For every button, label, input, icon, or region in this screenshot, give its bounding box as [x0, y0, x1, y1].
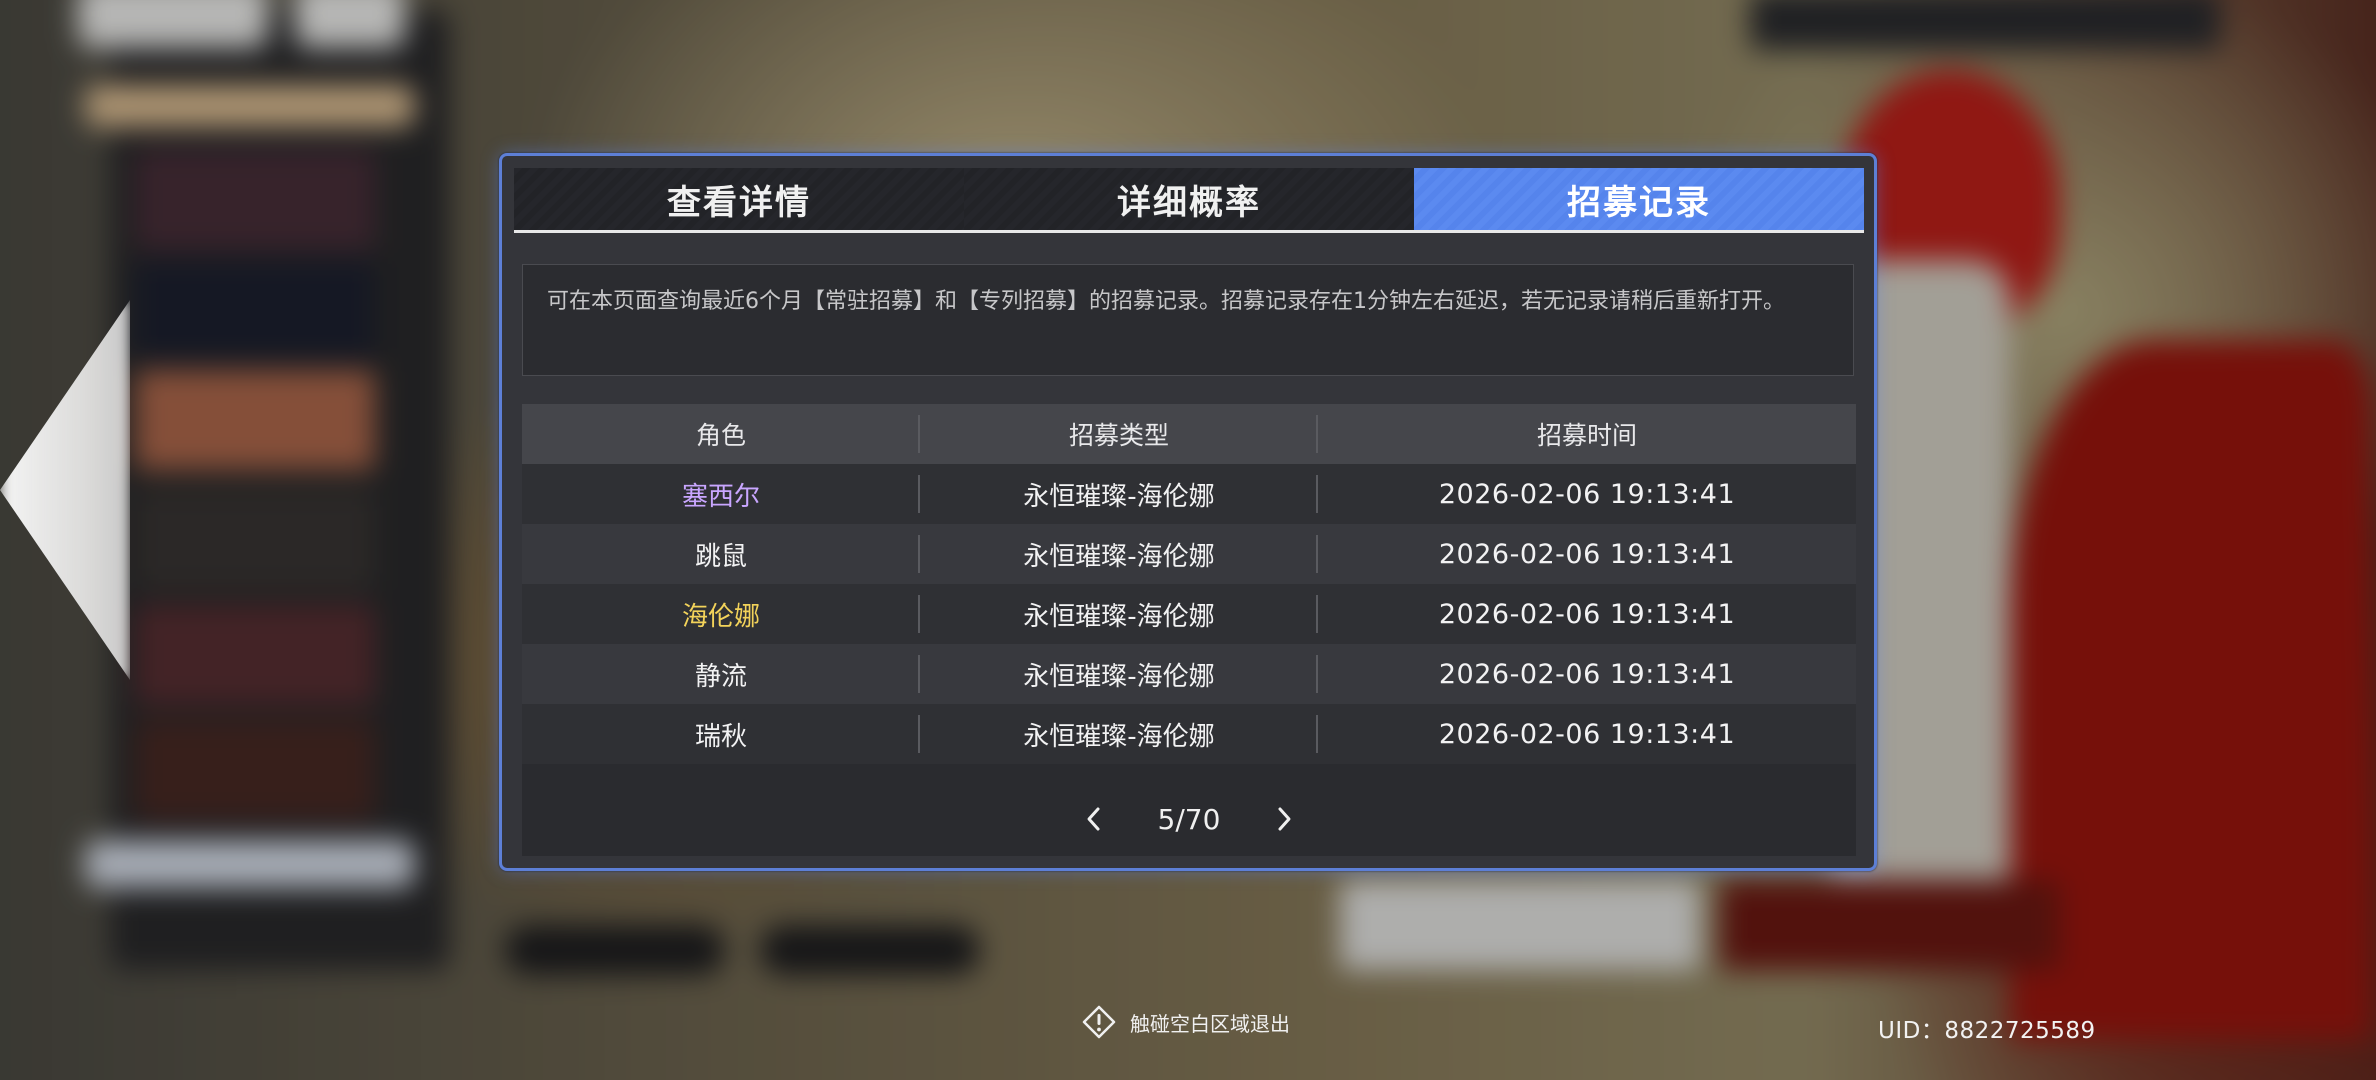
- table-body: 塞西尔 永恒璀璨-海伦娜 2026-02-06 19:13:41 跳鼠 永恒璀璨…: [522, 464, 1856, 764]
- next-page-button[interactable]: [1264, 799, 1304, 839]
- gacha-screen[interactable]: 查看详情 详细概率 招募记录 可在本页面查询最近6个月【常驻招募】和【专列招募】…: [0, 0, 2376, 1080]
- table-row: 静流 永恒璀璨-海伦娜 2026-02-06 19:13:41: [522, 644, 1856, 704]
- recruit-time: 2026-02-06 19:13:41: [1438, 658, 1736, 690]
- user-id: UID：8822725589: [1878, 1018, 2096, 1044]
- table-header: 角色 招募类型 招募时间: [522, 404, 1856, 464]
- warning-diamond-icon: [1082, 1005, 1116, 1039]
- tab-bar: 查看详情 详细概率 招募记录: [514, 168, 1864, 233]
- recruit-type: 永恒璀璨-海伦娜: [920, 524, 1318, 584]
- chevron-left-icon: [1087, 807, 1100, 831]
- recruit-time: 2026-02-06 19:13:41: [1438, 718, 1736, 750]
- prev-page-button[interactable]: [1074, 799, 1114, 839]
- column-header-time: 招募时间: [1536, 421, 1637, 450]
- column-header-character: 角色: [522, 404, 920, 464]
- recruit-type: 永恒璀璨-海伦娜: [920, 464, 1318, 524]
- table-row: 塞西尔 永恒璀璨-海伦娜 2026-02-06 19:13:41: [522, 464, 1856, 524]
- table-row: 海伦娜 永恒璀璨-海伦娜 2026-02-06 19:13:41: [522, 584, 1856, 644]
- character-name: 塞西尔: [522, 464, 920, 524]
- notice-text: 可在本页面查询最近6个月【常驻招募】和【专列招募】的招募记录。招募记录存在1分钟…: [522, 264, 1854, 376]
- recruit-history-table: 角色 招募类型 招募时间 塞西尔 永恒璀璨-海伦娜 2026-02-06 19:…: [522, 404, 1856, 856]
- recruit-type: 永恒璀璨-海伦娜: [920, 584, 1318, 644]
- page-indicator: 5/70: [1157, 802, 1221, 836]
- table-row: 瑞秋 永恒璀璨-海伦娜 2026-02-06 19:13:41: [522, 704, 1856, 764]
- pagination: 5/70: [522, 794, 1856, 844]
- tab-detailed-probability[interactable]: 详细概率: [964, 168, 1414, 230]
- recruit-dialog: 查看详情 详细概率 招募记录 可在本页面查询最近6个月【常驻招募】和【专列招募】…: [499, 153, 1877, 871]
- table-row: 跳鼠 永恒璀璨-海伦娜 2026-02-06 19:13:41: [522, 524, 1856, 584]
- tab-view-details[interactable]: 查看详情: [514, 168, 964, 230]
- recruit-time: 2026-02-06 19:13:41: [1438, 598, 1736, 630]
- character-name: 海伦娜: [522, 584, 920, 644]
- recruit-type: 永恒璀璨-海伦娜: [920, 704, 1318, 764]
- tab-recruit-history[interactable]: 招募记录: [1414, 168, 1864, 230]
- recruit-time: 2026-02-06 19:13:41: [1438, 538, 1736, 570]
- exit-hint: 触碰空白区域退出: [1082, 1005, 1290, 1039]
- recruit-type: 永恒璀璨-海伦娜: [920, 644, 1318, 704]
- recruit-time: 2026-02-06 19:13:41: [1438, 478, 1736, 510]
- character-name: 瑞秋: [522, 704, 920, 764]
- chevron-right-icon: [1278, 807, 1291, 831]
- character-name: 跳鼠: [522, 524, 920, 584]
- character-name: 静流: [522, 644, 920, 704]
- exit-hint-text: 触碰空白区域退出: [1130, 1011, 1290, 1036]
- column-header-type: 招募类型: [920, 404, 1318, 464]
